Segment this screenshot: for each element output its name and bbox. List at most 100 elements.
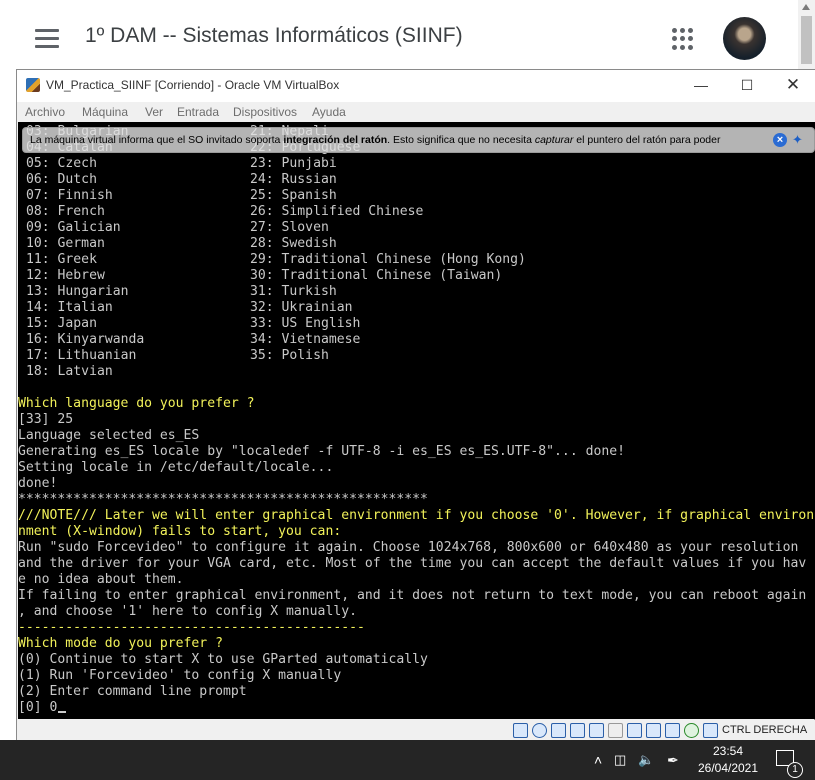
usb-icon[interactable] (589, 723, 604, 738)
language-row: 12: Hebrew 30: Traditional Chinese (Taiwa… (18, 268, 815, 284)
language-option: 28: Swedish (250, 236, 337, 251)
console-line: (2) Enter command line prompt (18, 684, 247, 700)
console-line-text: Generating es_ES locale by "localedef -f… (18, 444, 625, 459)
console-line-text: e no idea about them. (18, 572, 184, 587)
console-line: and the driver for your VGA card, etc. M… (18, 556, 806, 572)
console-line-text: Language selected es_ES (18, 428, 200, 443)
console-line: Setting locale in /etc/default/locale... (18, 460, 333, 476)
console-line: Which language do you prefer ? (18, 396, 255, 412)
console-line: ****************************************… (18, 492, 428, 508)
language-option: 08: French (26, 204, 105, 219)
clock-time: 23:54 (712, 744, 744, 758)
hamburger-menu-icon[interactable] (35, 29, 59, 48)
mouse-integration-notification: La máquina virtual informa que el SO inv… (22, 127, 815, 153)
menu-ver[interactable]: Ver (145, 105, 163, 119)
taskbar: ˄ ◫ 🔈 ✒ 23:54 26/04/2021 1 (0, 740, 815, 780)
menu-ayuda[interactable]: Ayuda (312, 105, 346, 119)
hard-disk-icon[interactable] (513, 723, 528, 738)
host-key-label[interactable]: CTRL DERECHA (722, 724, 807, 736)
avatar[interactable] (723, 17, 766, 60)
console-line: ----------------------------------------… (18, 620, 365, 636)
language-option: 12: Hebrew (26, 268, 105, 283)
apps-grid-icon[interactable] (672, 28, 694, 50)
mouse-integration-icon[interactable]: ✦ (792, 132, 809, 148)
language-row: 07: Finnish 25: Spanish (18, 188, 815, 204)
pen-icon[interactable]: ✒ (667, 752, 679, 769)
language-option: 27: Sloven (250, 220, 329, 235)
close-button[interactable]: ✕ (770, 70, 815, 100)
page-scrollbar[interactable] (798, 0, 815, 70)
console-line-text: nment (X-window) fails to start, you can… (18, 524, 342, 539)
page-title: 1º DAM -- Sistemas Informáticos (SIINF) (85, 24, 463, 47)
menu-archivo[interactable]: Archivo (25, 105, 65, 119)
console-line: , and choose '1' here to config X manual… (18, 604, 357, 620)
language-option: 06: Dutch (26, 172, 97, 187)
audio-icon[interactable] (551, 723, 566, 738)
maximize-button[interactable]: ☐ (724, 70, 770, 100)
console-line: nment (X-window) fails to start, you can… (18, 524, 341, 540)
console-line-text: (2) Enter command line prompt (18, 684, 247, 699)
language-option: 31: Turkish (250, 284, 337, 299)
language-option: 32: Ukrainian (250, 300, 353, 315)
console-line: (1) Run 'Forcevideo' to config X manuall… (18, 668, 341, 684)
text-cursor (58, 711, 67, 713)
minimize-button[interactable]: — (678, 70, 724, 100)
console-line: Language selected es_ES (18, 428, 199, 444)
vm-console-screen[interactable]: 18: Latvian 17: Lithuanian 35: Polish 16: K… (18, 122, 815, 719)
language-option: 30: Traditional Chinese (Taiwan) (250, 268, 503, 283)
language-option: 15: Japan (26, 316, 97, 331)
virtualbox-icon (26, 78, 40, 92)
console-line-text: ///NOTE/// Later we will enter graphical… (18, 508, 815, 523)
language-option: 10: German (26, 236, 105, 251)
language-row: 11: Greek 29: Traditional Chinese (Hong K… (18, 252, 815, 268)
guest-additions-icon[interactable] (684, 723, 699, 738)
language-option: 25: Spanish (250, 188, 337, 203)
network-tray-icon[interactable]: ◫ (614, 752, 626, 768)
virtualbox-window: VM_Practica_SIINF [Corriendo] - Oracle V… (16, 69, 815, 741)
language-row: 16: Kinyarwanda 34: Vietnamese (18, 332, 815, 348)
console-line: Generating es_ES locale by "localedef -f… (18, 444, 625, 460)
console-line: ///NOTE/// Later we will enter graphical… (18, 508, 814, 524)
optical-drive-icon[interactable] (532, 723, 547, 738)
system-clock[interactable]: 23:54 26/04/2021 (688, 743, 768, 777)
console-line-text: (0) Continue to start X to use GParted a… (18, 652, 428, 667)
network-icon[interactable] (570, 723, 585, 738)
language-option: 23: Punjabi (250, 156, 337, 171)
keyboard-capture-icon[interactable] (703, 723, 718, 738)
language-option: 17: Lithuanian (26, 348, 137, 363)
console-line-text: , and choose '1' here to config X manual… (18, 604, 357, 619)
menu-dispositivos[interactable]: Dispositivos (233, 105, 297, 119)
close-notification-icon[interactable]: × (773, 133, 787, 147)
volume-icon[interactable]: 🔈 (638, 752, 654, 768)
language-row: 17: Lithuanian 35: Polish (18, 348, 815, 364)
show-hidden-icons-icon[interactable]: ˄ (594, 752, 602, 768)
video-capture-icon[interactable] (646, 723, 661, 738)
console-line: (0) Continue to start X to use GParted a… (18, 652, 428, 668)
language-row: 14: Italian 32: Ukrainian (18, 300, 815, 316)
language-option: 29: Traditional Chinese (Hong Kong) (250, 252, 526, 267)
console-line-text: Run "sudo Forcevideo" to configure it ag… (18, 540, 799, 555)
language-row: 13: Hungarian 31: Turkish (18, 284, 815, 300)
shared-folders-icon[interactable] (608, 723, 623, 738)
language-row: 06: Dutch 24: Russian (18, 172, 815, 188)
language-row: 10: German 28: Swedish (18, 236, 815, 252)
virtualization-icon[interactable] (665, 723, 680, 738)
window-titlebar[interactable]: VM_Practica_SIINF [Corriendo] - Oracle V… (17, 70, 815, 102)
menu-maquina[interactable]: Máquina (82, 105, 128, 119)
menu-entrada[interactable]: Entrada (177, 105, 219, 119)
language-option: 18: Latvian (26, 364, 113, 379)
console-line-text: Which mode do you prefer ? (18, 636, 223, 651)
page-appbar: 1º DAM -- Sistemas Informáticos (SIINF) (0, 0, 815, 70)
display-icon[interactable] (627, 723, 642, 738)
language-row: 15: Japan 33: US English (18, 316, 815, 332)
console-line-text: done! (18, 476, 58, 491)
language-option: 26: Simplified Chinese (250, 204, 424, 219)
console-line-text: (1) Run 'Forcevideo' to config X manuall… (18, 668, 342, 683)
console-line: e no idea about them. (18, 572, 184, 588)
window-title: VM_Practica_SIINF [Corriendo] - Oracle V… (46, 78, 340, 92)
console-line: [0] 0 (18, 700, 67, 716)
console-line: If failing to enter graphical environmen… (18, 588, 806, 604)
language-row: 09: Galician 27: Sloven (18, 220, 815, 236)
clock-date: 26/04/2021 (697, 761, 759, 775)
console-line: [33] 25 (18, 412, 73, 428)
